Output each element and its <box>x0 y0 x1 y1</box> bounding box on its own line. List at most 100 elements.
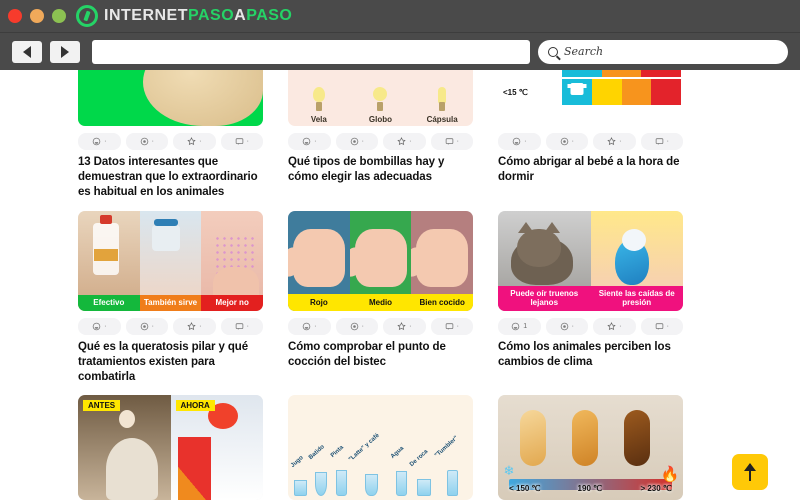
panel-label: Puede oír truenos lejanos <box>498 286 591 311</box>
logo-word-paso2: PASO <box>246 7 293 24</box>
arrow-right-icon <box>61 45 69 58</box>
glass-item: Batido <box>308 444 331 497</box>
star-icon <box>397 137 406 146</box>
react-button[interactable]: · <box>545 317 588 335</box>
article-card[interactable]: Rojo Medio Bien cocido · · · · Cómo comp… <box>288 210 473 386</box>
logo-word-internet: INTERNET <box>104 7 188 24</box>
panel-effective: Efectivo <box>78 210 140 311</box>
article-title[interactable]: 13 Datos interesantes que demuestran que… <box>78 155 263 201</box>
comment-icon <box>235 138 243 145</box>
maximize-window-button[interactable] <box>52 9 66 23</box>
glass-item: Pinta <box>330 445 349 497</box>
thumbs-up-icon <box>512 322 520 330</box>
scroll-to-top-button[interactable] <box>732 454 768 490</box>
logo-word-a: A <box>234 7 247 24</box>
close-window-button[interactable] <box>8 9 22 23</box>
save-button[interactable]: · <box>383 133 426 150</box>
comment-button[interactable]: · <box>640 317 683 335</box>
minimize-window-button[interactable] <box>30 9 44 23</box>
search-input[interactable]: Search <box>538 39 788 64</box>
article-thumbnail[interactable]: 15 ℃-17 ℃ <15 ℃ <box>498 70 683 126</box>
save-button[interactable]: · <box>383 317 426 335</box>
logo-word-paso1: PASO <box>188 7 235 24</box>
glass-item: "Latte" y café <box>348 433 391 497</box>
thumbs-up-icon <box>92 322 101 330</box>
comment-button[interactable]: · <box>640 133 683 150</box>
react-button[interactable]: · <box>335 133 378 150</box>
article-thumbnail[interactable]: ANTES AHORA <box>78 395 263 500</box>
like-button[interactable]: · <box>288 317 331 335</box>
article-card[interactable]: Puede oír truenos lejanos Siente las caí… <box>498 210 683 386</box>
article-title[interactable]: Cómo comprobar el punto de cocción del b… <box>288 340 473 370</box>
save-button[interactable]: · <box>593 133 636 150</box>
article-thumbnail[interactable]: Jugo Batido Pinta "Latte" y café Agua De… <box>288 395 473 500</box>
article-card[interactable]: Efectivo También sirve Mejor no · · · · … <box>78 210 263 386</box>
forward-button[interactable] <box>50 40 80 63</box>
react-button[interactable]: · <box>335 317 378 335</box>
like-count: · <box>104 322 107 330</box>
save-button[interactable]: · <box>173 133 216 150</box>
card-actions: · · · · <box>288 133 473 150</box>
arrow-left-icon <box>23 45 31 58</box>
bulb-label: Globo <box>368 115 393 124</box>
save-count: · <box>199 138 202 145</box>
article-thumbnail[interactable]: Puede oír truenos lejanos Siente las caí… <box>498 210 683 311</box>
article-thumbnail[interactable]: Vela Globo Cápsula <box>288 70 473 126</box>
save-button[interactable]: · <box>173 317 216 335</box>
like-button[interactable]: · <box>498 133 541 150</box>
glass-types-illustration: Jugo Batido Pinta "Latte" y café Agua De… <box>288 395 473 500</box>
article-thumbnail[interactable]: Efectivo También sirve Mejor no <box>78 210 263 311</box>
like-button[interactable]: · <box>78 317 121 335</box>
like-button[interactable]: 1 <box>498 317 541 335</box>
back-button[interactable] <box>12 40 42 63</box>
like-button[interactable]: · <box>288 133 331 150</box>
doneness-label: Rojo <box>309 297 328 307</box>
article-title[interactable]: Qué es la queratosis pilar y qué tratami… <box>78 340 263 386</box>
comment-count: · <box>456 138 459 145</box>
article-thumbnail[interactable]: ❄ 🔥 < 150 ℃ 190 ℃ > 230 ℃ <box>498 395 683 500</box>
article-thumbnail[interactable]: Shhhistes... <box>78 70 263 126</box>
react-button[interactable]: · <box>125 317 168 335</box>
comment-button[interactable]: · <box>430 317 473 335</box>
article-title[interactable]: Cómo abrigar al bebé a la hora de dormir <box>498 155 683 185</box>
react-button[interactable]: · <box>545 133 588 150</box>
article-card[interactable]: ANTES AHORA · · · · Quiénes son <box>78 395 263 500</box>
comment-icon <box>235 322 243 330</box>
article-card[interactable]: Vela Globo Cápsula · · · · Qué tipos de … <box>288 70 473 201</box>
vinegar-bottle-icon <box>92 214 119 275</box>
like-count: · <box>524 138 527 145</box>
glass-pint-icon <box>335 470 347 497</box>
bulb-candle-icon <box>311 87 327 113</box>
article-card[interactable]: ❄ 🔥 < 150 ℃ 190 ℃ > 230 ℃ · · · · Cómo f… <box>498 395 683 500</box>
card-actions: · · · · <box>288 317 473 335</box>
react-button[interactable]: · <box>125 133 168 150</box>
address-bar-input[interactable] <box>92 39 530 64</box>
article-thumbnail[interactable]: Rojo Medio Bien cocido <box>288 210 473 311</box>
article-card[interactable]: Shhhistes... · · · · 13 Datos interesant… <box>78 70 263 201</box>
save-count: · <box>409 322 412 330</box>
article-card[interactable]: 15 ℃-17 ℃ <15 ℃ <box>498 70 683 201</box>
card-actions: 1 · · · <box>498 317 683 335</box>
save-count: · <box>409 138 412 145</box>
smiley-icon <box>140 137 148 146</box>
site-logo[interactable]: INTERNETPASOAPASO <box>76 5 292 27</box>
glass-label: Pinta <box>329 444 345 460</box>
article-title[interactable]: Qué tipos de bombillas hay y cómo elegir… <box>288 155 473 185</box>
thumbs-up-icon <box>92 137 101 146</box>
comment-button[interactable]: · <box>220 317 263 335</box>
like-button[interactable]: · <box>78 133 121 150</box>
star-icon <box>187 137 196 146</box>
doneness-label: Medio <box>368 297 393 307</box>
comment-button[interactable]: · <box>430 133 473 150</box>
glass-tumbler-icon <box>447 470 459 497</box>
baby-temperature-chart: 15 ℃-17 ℃ <15 ℃ <box>498 70 683 126</box>
comment-button[interactable]: · <box>220 133 263 150</box>
comment-count: · <box>666 138 669 145</box>
band-yellow <box>591 79 622 105</box>
food-roll-medium <box>572 409 598 466</box>
article-card[interactable]: Jugo Batido Pinta "Latte" y café Agua De… <box>288 395 473 500</box>
react-count: · <box>361 322 364 330</box>
save-button[interactable]: · <box>593 317 636 335</box>
article-title[interactable]: Cómo los animales perciben los cambios d… <box>498 340 683 370</box>
comment-count: · <box>456 322 459 330</box>
